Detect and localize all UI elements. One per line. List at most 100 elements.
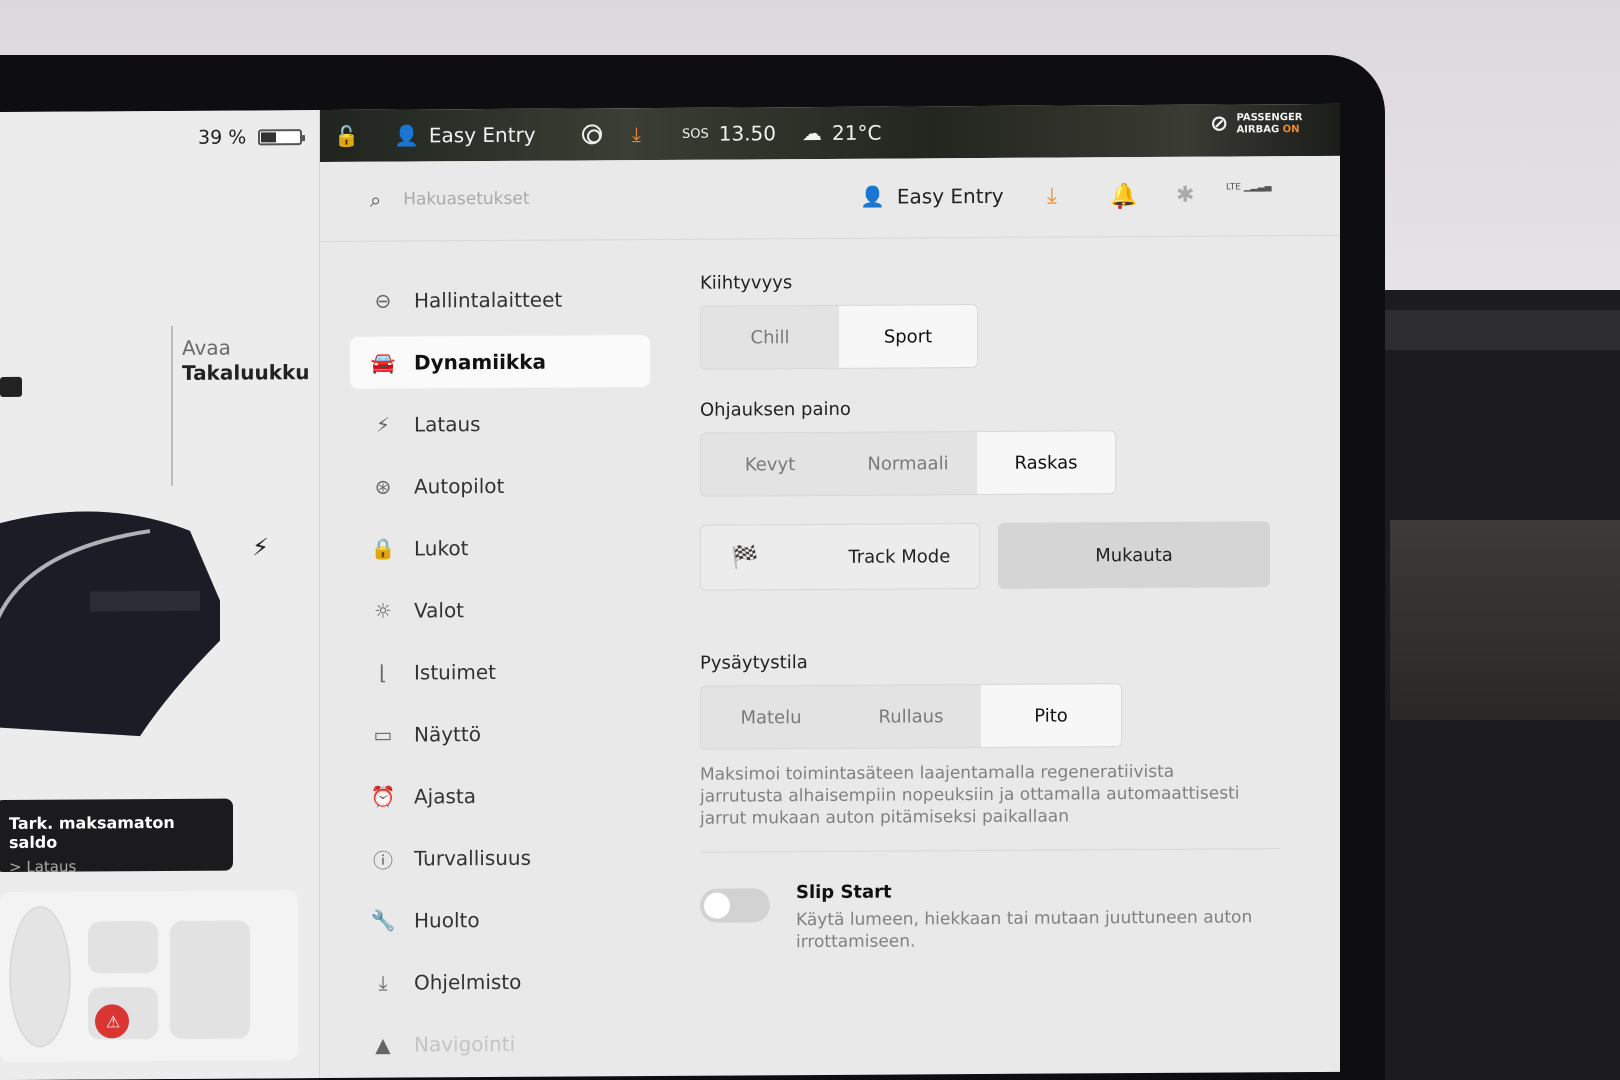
person-icon: 👤 — [860, 184, 885, 209]
track-mode-label: Track Mode — [848, 545, 951, 568]
customize-button[interactable]: Mukauta — [998, 521, 1270, 589]
seat-map-illustration: ⚠ — [9, 906, 250, 1048]
notification-dot — [1118, 205, 1122, 210]
menu-item-label: Näyttö — [414, 722, 481, 747]
menu-item-label: Autopilot — [414, 473, 505, 499]
steering-option-kevyt[interactable]: Kevyt — [701, 433, 839, 496]
settings-header: ⌕ Hakuasetukset 👤 Easy Entry ⤓ 🔔 ✱ LTE ▁… — [320, 155, 1340, 243]
menu-item-label: Ohjelmisto — [414, 969, 522, 995]
status-bar: 🔓 👤 Easy Entry ⤓ SOS 13.50 ☁ 21°C ⊘ PASS… — [320, 103, 1340, 163]
lock-icon[interactable] — [0, 376, 22, 397]
toast-title: Tark. maksamaton saldo — [9, 812, 175, 852]
acceleration-selector: Chill Sport — [700, 304, 978, 370]
customize-label: Mukauta — [1095, 544, 1173, 566]
header-profile-name: Easy Entry — [896, 183, 1004, 209]
slip-start-title: Slip Start — [796, 881, 892, 904]
cloud-icon: ☁ — [802, 120, 822, 146]
search-placeholder: Hakuasetukset — [403, 188, 530, 210]
acceleration-label: Kiihtyvyys — [700, 272, 793, 294]
stopping-option-rullaus[interactable]: Rullaus — [841, 685, 981, 748]
trunk-label: Takaluukku — [182, 360, 310, 385]
download-icon[interactable]: ⤓ — [632, 122, 641, 146]
search-field[interactable]: ⌕ Hakuasetukset — [370, 187, 530, 212]
menu-item-lukot[interactable]: 🔒 Lukot — [350, 521, 650, 575]
lte-label: LTE — [1226, 182, 1241, 193]
time-display: 13.50 — [718, 121, 777, 146]
menu-item-label: Dynamiikka — [414, 349, 547, 375]
slip-start-toggle[interactable] — [700, 888, 770, 923]
trunk-leader-line — [171, 325, 173, 486]
unlock-icon[interactable]: 🔓 — [334, 124, 359, 148]
car-rear-illustration — [0, 511, 220, 737]
menu-item-label: Lataus — [414, 412, 481, 437]
status-profile-name: Easy Entry — [428, 122, 536, 148]
weather: ☁ 21°C — [802, 121, 881, 145]
menu-item-ajasta[interactable]: ⏰ Ajasta — [350, 769, 650, 823]
menu-item-huolto[interactable]: 🔧 Huolto — [350, 893, 650, 947]
sos-label: SOS — [682, 126, 709, 142]
section-divider — [700, 848, 1280, 853]
trunk-open-button[interactable]: Avaa Takaluukku — [182, 335, 310, 386]
download-icon: ⤓ — [378, 970, 388, 995]
dashboard-trim — [1380, 290, 1620, 1080]
stopping-description: Maksimoi toimintasäteen laajentamalla re… — [700, 761, 1240, 829]
car-panel: 39 % Avaa Takaluukku ⚡ Tark. maksamaton … — [0, 110, 320, 1080]
alarm-clock-icon: ⏰ — [370, 784, 396, 809]
steering-label: Ohjauksen paino — [700, 398, 851, 421]
stopping-option-matelu[interactable]: Matelu — [701, 686, 841, 749]
menu-item-label: Valot — [414, 598, 465, 623]
menu-item-navigointi[interactable]: ▲ Navigointi — [350, 1017, 650, 1071]
header-profile[interactable]: 👤 Easy Entry — [860, 184, 1004, 209]
navigation-icon: ▲ — [375, 1032, 391, 1057]
menu-item-valot[interactable]: ☼ Valot — [350, 583, 650, 637]
search-icon: ⌕ — [370, 187, 382, 212]
seat-icon: ⌊ — [379, 660, 387, 685]
temperature: 21°C — [832, 120, 882, 145]
steering-selector: Kevyt Normaali Raskas — [700, 430, 1116, 497]
lte-signal-icon: LTE ▁▂▃▄ — [1226, 182, 1272, 193]
menu-item-label: Huolto — [414, 908, 480, 933]
airbag-state: ON — [1282, 124, 1300, 136]
menu-item-label: Navigointi — [414, 1031, 516, 1057]
person-icon: 👤 — [394, 123, 419, 148]
charge-port-bolt-icon[interactable]: ⚡ — [252, 533, 269, 561]
track-mode-button[interactable]: 🏁 Track Mode — [700, 523, 980, 591]
track-mode-row: 🏁 Track Mode Mukauta — [700, 521, 1300, 591]
menu-item-ohjelmisto[interactable]: ⤓ Ohjelmisto — [350, 955, 650, 1009]
menu-item-lataus[interactable]: ⚡ Lataus — [350, 397, 650, 451]
lock-icon: 🔒 — [370, 536, 396, 561]
menu-item-istuimet[interactable]: ⌊ Istuimet — [350, 645, 650, 699]
stopping-label: Pysäytystila — [700, 652, 808, 674]
download-icon[interactable]: ⤓ — [1047, 184, 1057, 209]
menu-item-label: Turvallisuus — [414, 845, 532, 871]
menu-item-hallintalaitteet[interactable]: ⊖ Hallintalaitteet — [350, 273, 650, 327]
stopping-option-pito[interactable]: Pito — [981, 684, 1121, 748]
checkered-flag-icon: 🏁 — [731, 544, 759, 571]
steering-option-normaali[interactable]: Normaali — [839, 432, 977, 495]
menu-item-autopilot[interactable]: ⊛ Autopilot — [350, 459, 650, 513]
steering-wheel-icon: ⊛ — [374, 474, 392, 499]
menu-item-label: Istuimet — [414, 659, 497, 685]
menu-item-n-ytt-[interactable]: ▭ Näyttö — [350, 707, 650, 761]
sun-icon: ☼ — [374, 598, 392, 623]
slip-start-row: Slip Start Käytä lumeen, hiekkaan tai mu… — [700, 879, 1300, 954]
dashboard-bar — [1380, 310, 1620, 350]
status-profile[interactable]: 👤 Easy Entry — [394, 123, 536, 148]
toggle-knob — [704, 892, 730, 919]
toggle-icon: ⊖ — [374, 288, 392, 313]
acceleration-option-sport[interactable]: Sport — [839, 305, 977, 368]
menu-item-dynamiikka[interactable]: 🚘 Dynamiikka — [350, 335, 650, 389]
bell-icon[interactable]: 🔔 — [1110, 183, 1137, 210]
display-icon: ▭ — [373, 722, 393, 747]
bolt-icon: ⚡ — [375, 412, 391, 437]
acceleration-option-chill[interactable]: Chill — [701, 306, 839, 369]
seat-map[interactable]: ⚠ — [0, 890, 298, 1062]
notification-toast[interactable]: Tark. maksamaton saldo > Lataus — [0, 798, 233, 876]
steering-option-raskas[interactable]: Raskas — [977, 431, 1115, 495]
bluetooth-icon[interactable]: ✱ — [1176, 183, 1194, 208]
tire-pressure-icon[interactable] — [582, 124, 602, 145]
menu-item-turvallisuus[interactable]: ⓘ Turvallisuus — [350, 831, 650, 885]
menu-item-label: Ajasta — [414, 784, 477, 809]
menu-item-label: Hallintalaitteet — [414, 287, 563, 313]
wrench-icon: 🔧 — [370, 908, 396, 933]
